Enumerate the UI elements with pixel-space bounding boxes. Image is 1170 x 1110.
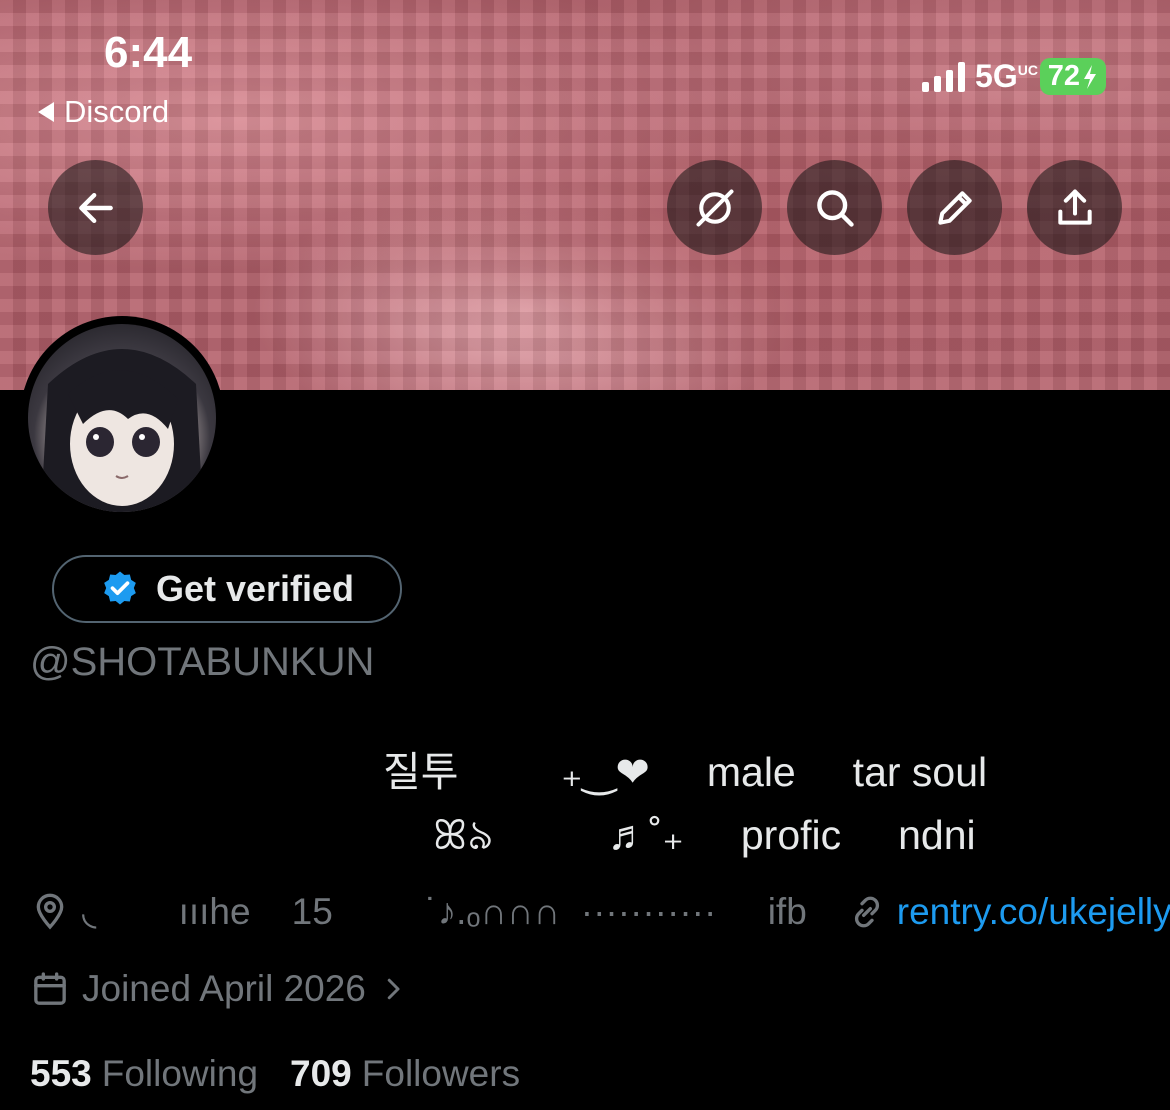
bio-line-1: 질투 ₊‿❤ male tar soul [383, 749, 988, 795]
charging-bolt-icon [1084, 64, 1096, 89]
joined-date: Joined April 2026 [82, 968, 366, 1009]
verified-badge-icon [104, 571, 136, 605]
following-count: 553 [30, 1053, 92, 1094]
search-icon [816, 189, 854, 227]
status-time: 6:44 [104, 28, 193, 77]
battery-indicator: 72 [1039, 58, 1106, 95]
edit-button[interactable] [907, 160, 1002, 255]
grok-icon [695, 188, 734, 227]
location-icon [36, 893, 64, 929]
back-to-app-link[interactable]: Discord [38, 94, 169, 130]
grok-button[interactable] [667, 160, 762, 255]
back-app-label: Discord [64, 94, 170, 129]
avatar[interactable] [20, 316, 224, 520]
network-type: 5GUC [975, 58, 1038, 94]
battery-level: 72 [1047, 60, 1080, 92]
followers-label: Followers [361, 1053, 521, 1094]
bio-line-2: ꕤ৯ ♬˚₊ profic ndni [433, 812, 976, 858]
profile-meta-row: ◟ ıııhe 15 ˙♪.ₒ∩∩∩ ··········· ifb rentr… [30, 890, 1170, 933]
user-handle: @SHOTABUNKUN [30, 640, 375, 684]
following-link[interactable]: 553 Following [30, 1053, 258, 1095]
calendar-icon [34, 972, 66, 1005]
followers-link[interactable]: 709 Followers [290, 1053, 520, 1095]
back-button[interactable] [48, 160, 143, 255]
share-icon [1057, 188, 1092, 225]
location-text: ◟ ıııhe 15 ˙♪.ₒ∩∩∩ ··········· ifb [82, 891, 807, 932]
get-verified-label: Get verified [155, 568, 355, 609]
profile-link[interactable]: rentry.co/ukejelly [897, 891, 1170, 933]
back-triangle-icon [38, 102, 54, 122]
follow-stats: 553 Following 709 Followers [30, 1053, 520, 1095]
back-arrow-icon [78, 192, 113, 223]
followers-count: 709 [290, 1053, 352, 1094]
signal-icon [922, 61, 966, 92]
link-icon [854, 896, 879, 927]
get-verified-button[interactable]: Get verified [52, 555, 402, 623]
share-button[interactable] [1027, 160, 1122, 255]
following-label: Following [101, 1053, 259, 1094]
avatar-image [28, 324, 216, 512]
joined-date-row[interactable]: Joined April 2026 [30, 968, 408, 1010]
search-button[interactable] [787, 160, 882, 255]
status-indicators: 5GUC 72 [922, 58, 1106, 95]
chevron-right-icon [387, 978, 400, 1000]
edit-icon [937, 190, 972, 225]
